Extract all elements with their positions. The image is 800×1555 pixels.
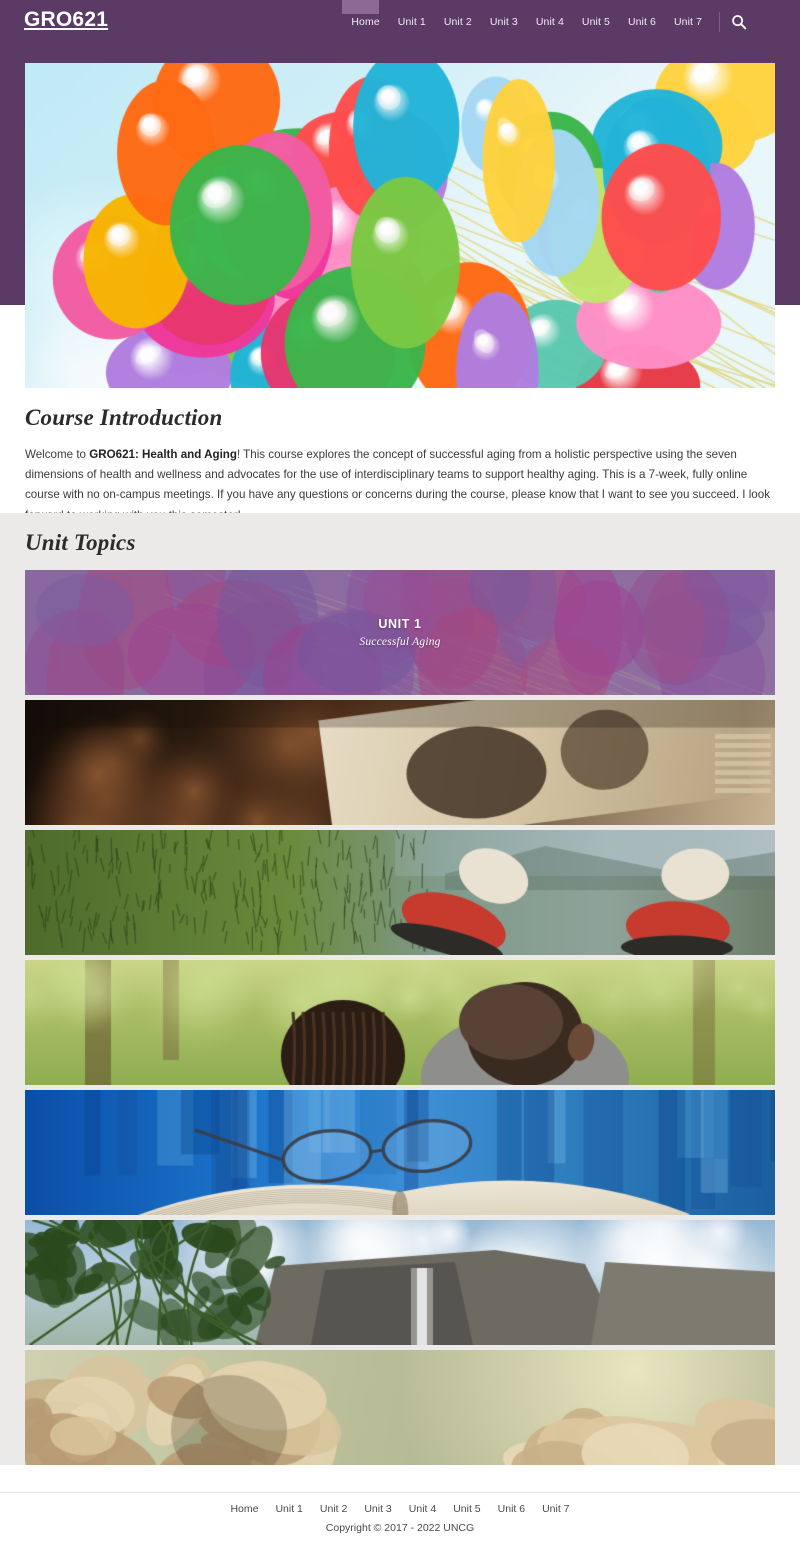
nav-item-unit-4[interactable]: Unit 4: [527, 13, 573, 31]
nav-item-unit-7[interactable]: Unit 7: [665, 13, 711, 31]
unit-topics-title: Unit Topics: [25, 530, 136, 555]
hero-balloons-image: [25, 63, 775, 388]
unit-card-6-image: [25, 1220, 775, 1345]
unit-card-5-image: [25, 1090, 775, 1215]
footer-link-unit-2[interactable]: Unit 2: [320, 1503, 347, 1515]
footer-link-unit-6[interactable]: Unit 6: [498, 1503, 525, 1515]
search-button[interactable]: [730, 13, 748, 31]
nav-divider: [719, 12, 720, 32]
unit-card-6[interactable]: UNIT 6: [25, 1220, 775, 1345]
search-icon: [732, 15, 747, 30]
unit-card-5[interactable]: UNIT 5: [25, 1090, 775, 1215]
footer-link-unit-4[interactable]: Unit 4: [409, 1503, 436, 1515]
copyright-text: Copyright © 2017 - 2022 UNCG: [325, 1522, 475, 1534]
page-title: Course Introduction: [25, 405, 223, 430]
footer-link-unit-7[interactable]: Unit 7: [542, 1503, 569, 1515]
course-introduction-section: Course Introduction Welcome to GRO621: H…: [0, 405, 800, 526]
unit-card-3[interactable]: UNIT 3: [25, 830, 775, 955]
unit-card-1[interactable]: UNIT 1 Successful Aging: [25, 570, 775, 695]
unit-card-list: UNIT 1 Successful Aging UNIT 2 UNIT 3 UN…: [25, 570, 775, 1475]
primary-nav: Home Unit 1 Unit 2 Unit 3 Unit 4 Unit 5 …: [342, 0, 748, 32]
intro-lead: Welcome to: [25, 448, 90, 461]
unit-card-1-label: UNIT 1: [378, 617, 422, 631]
site-brand[interactable]: GRO621: [24, 8, 108, 32]
unit-card-2[interactable]: UNIT 2: [25, 700, 775, 825]
unit-card-1-overlay: UNIT 1 Successful Aging: [25, 570, 775, 695]
unit-card-7-image: [25, 1350, 775, 1475]
unit-topics-section: Unit Topics UNIT 1 Successful Aging UNIT…: [0, 513, 800, 1475]
nav-item-unit-6[interactable]: Unit 6: [619, 13, 665, 31]
footer-link-home[interactable]: Home: [230, 1503, 258, 1515]
unit-card-3-image: [25, 830, 775, 955]
nav-item-unit-3[interactable]: Unit 3: [481, 13, 527, 31]
unit-card-7[interactable]: UNIT 7: [25, 1350, 775, 1475]
nav-item-unit-1[interactable]: Unit 1: [389, 13, 435, 31]
hero-banner-image: [25, 63, 775, 388]
unit-card-4-image: [25, 960, 775, 1085]
nav-item-unit-5[interactable]: Unit 5: [573, 13, 619, 31]
unit-card-1-subtitle: Successful Aging: [359, 636, 441, 648]
nav-item-home[interactable]: Home: [342, 0, 388, 31]
unit-card-4[interactable]: UNIT 4: [25, 960, 775, 1085]
unit-card-2-image: [25, 700, 775, 825]
footer-link-unit-3[interactable]: Unit 3: [364, 1503, 391, 1515]
site-footer: Home Unit 1 Unit 2 Unit 3 Unit 4 Unit 5 …: [0, 1465, 800, 1555]
footer-link-unit-1[interactable]: Unit 1: [275, 1503, 302, 1515]
footer-divider: [0, 1492, 800, 1493]
nav-item-unit-2[interactable]: Unit 2: [435, 13, 481, 31]
course-name: GRO621: Health and Aging: [89, 448, 237, 461]
footer-nav: Home Unit 1 Unit 2 Unit 3 Unit 4 Unit 5 …: [0, 1503, 800, 1515]
footer-link-unit-5[interactable]: Unit 5: [453, 1503, 480, 1515]
